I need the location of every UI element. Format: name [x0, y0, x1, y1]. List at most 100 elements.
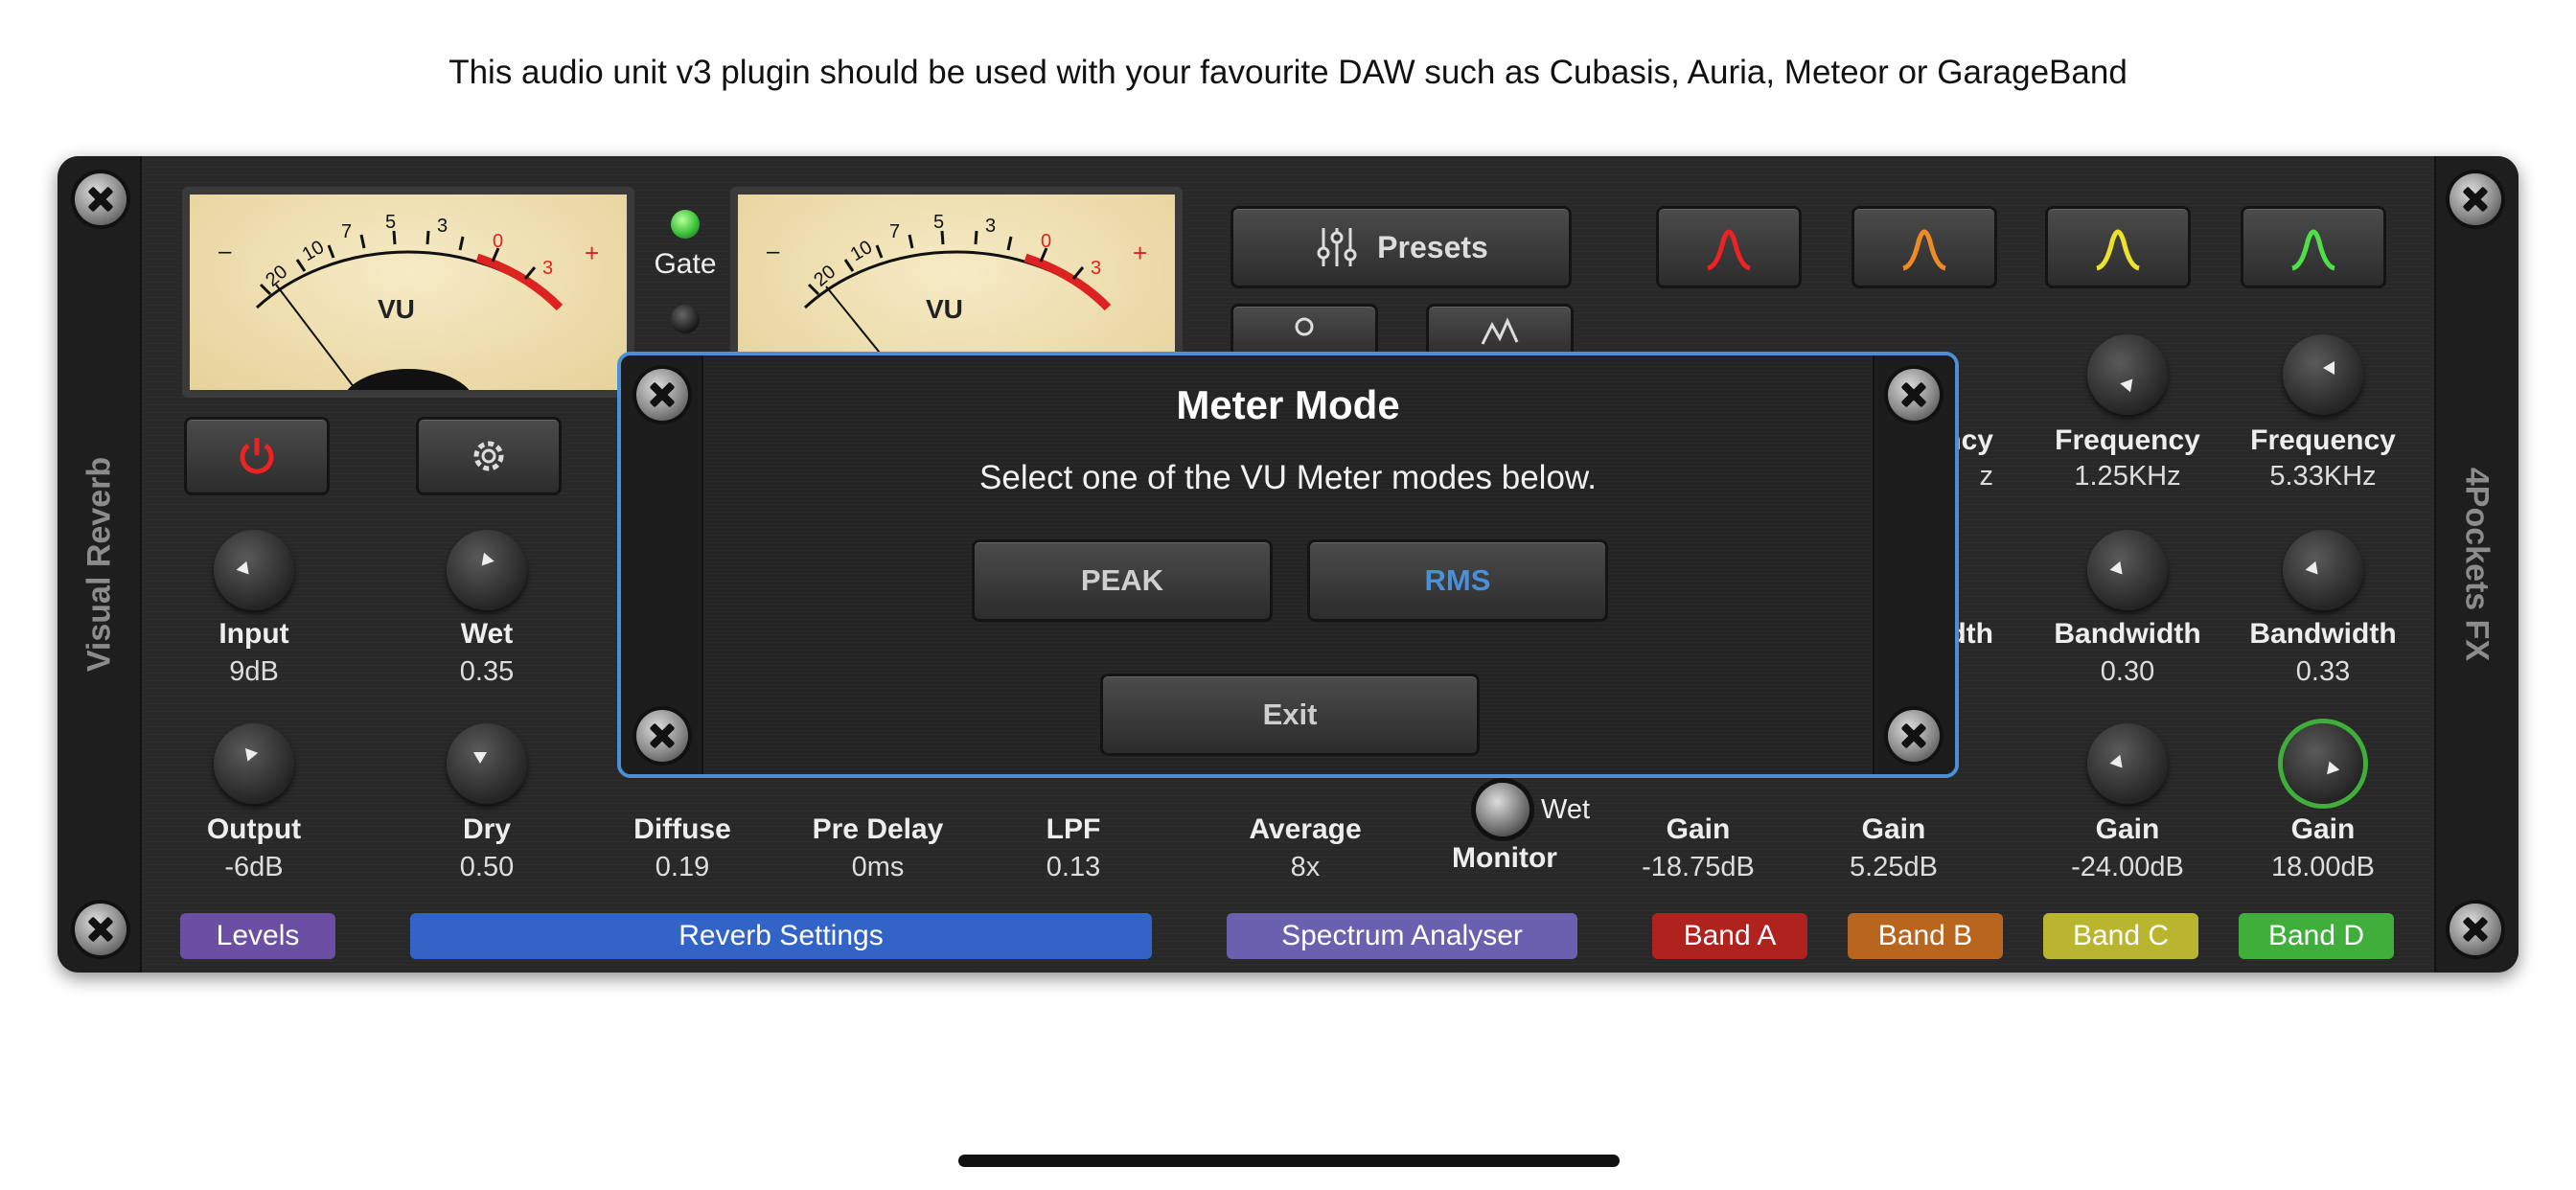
bandwidth-d-knob[interactable]: [2283, 530, 2363, 610]
vu-plus: +: [1133, 239, 1148, 267]
section-band-d: Band D: [2239, 913, 2394, 959]
section-band-c: Band C: [2043, 913, 2198, 959]
wet-knob[interactable]: [447, 530, 527, 610]
gain-a-label: Gain: [1666, 813, 1731, 845]
average-label: Average: [1249, 813, 1362, 845]
meter-mode-dialog: Meter Mode Select one of the VU Meter mo…: [617, 352, 1959, 778]
band-b-filter-button[interactable]: [1852, 206, 1997, 288]
gain-c-knob[interactable]: [2087, 723, 2168, 804]
pre-delay-value: 0ms: [851, 852, 905, 882]
vu-tick-label: 0: [1041, 231, 1052, 252]
gain-d-label: Gain: [2290, 813, 2356, 845]
monitor-switch[interactable]: [1476, 783, 1530, 836]
output-knob[interactable]: [214, 723, 294, 804]
frequency-d-value: 5.33KHz: [2269, 461, 2377, 492]
vendor-label: 4Pockets FX: [2458, 467, 2496, 662]
promo-caption: This audio unit v3 plugin should be used…: [448, 54, 2128, 91]
dry-label: Dry: [462, 813, 512, 845]
band-c-filter-button[interactable]: [2045, 206, 2191, 288]
vu-tick-label: 5: [933, 212, 945, 233]
bell-curve-icon: [2291, 229, 2335, 271]
frequency-c-knob[interactable]: [2087, 334, 2168, 415]
gain-c-label: Gain: [2095, 813, 2160, 845]
monitor-option-label: Wet: [1541, 794, 1591, 825]
vu-tick-label: 3: [985, 216, 997, 237]
vu-label: VU: [378, 294, 415, 324]
rms-button[interactable]: RMS: [1307, 539, 1608, 622]
screw-icon: [636, 710, 688, 762]
vu-label: VU: [926, 294, 963, 324]
vu-minus: –: [767, 239, 780, 264]
input-label: Input: [218, 618, 289, 650]
gain-c-value: -24.00dB: [2071, 852, 2184, 882]
screw-icon: [75, 173, 126, 225]
screw-icon: [2450, 904, 2501, 955]
vu-tick-label: 7: [889, 221, 901, 242]
bell-curve-icon: [1902, 229, 1946, 271]
peak-led: [671, 305, 700, 333]
bandwidth-d-value: 0.33: [2295, 656, 2351, 687]
pre-delay-label: Pre Delay: [812, 813, 944, 845]
band-d-filter-button[interactable]: [2241, 206, 2386, 288]
section-spectrum-analyser: Spectrum Analyser: [1227, 913, 1577, 959]
monitor-label: Monitor: [1452, 842, 1557, 874]
presets-button[interactable]: Presets: [1230, 206, 1572, 288]
frequency-c-value: 1.25KHz: [2074, 461, 2181, 492]
home-indicator[interactable]: [958, 1155, 1620, 1167]
vu-tick-label: 3: [1091, 258, 1102, 279]
dry-knob[interactable]: [447, 723, 527, 804]
wet-value: 0.35: [459, 656, 515, 687]
bell-curve-icon: [2096, 229, 2140, 271]
gear-icon: [473, 441, 504, 471]
gate-label: Gate: [654, 248, 717, 280]
gain-a-value: -18.75dB: [1642, 852, 1755, 882]
gain-b-label: Gain: [1861, 813, 1926, 845]
vu-minus: –: [218, 239, 232, 264]
screen: This audio unit v3 plugin should be used…: [0, 0, 2576, 1190]
diffuse-label: Diffuse: [633, 813, 731, 845]
vu-tick-label: 7: [341, 221, 353, 242]
section-levels: Levels: [180, 913, 335, 959]
wet-label: Wet: [460, 618, 514, 650]
screw-icon: [75, 904, 126, 955]
section-band-a: Band A: [1652, 913, 1807, 959]
section-reverb-settings: Reverb Settings: [410, 913, 1152, 959]
vu-tick-label: 3: [437, 216, 448, 237]
gain-d-knob[interactable]: [2283, 723, 2363, 804]
average-value: 8x: [1290, 852, 1321, 882]
bandwidth-d-label: Bandwidth: [2249, 618, 2397, 650]
user-icon: [1295, 317, 1314, 336]
input-knob[interactable]: [214, 530, 294, 610]
waveform-icon: [1481, 317, 1519, 345]
bandwidth-c-label: Bandwidth: [2054, 618, 2201, 650]
sliders-icon: [1317, 228, 1357, 266]
output-label: Output: [206, 813, 302, 845]
bell-curve-icon: [1707, 229, 1751, 271]
frequency-d-knob[interactable]: [2283, 334, 2363, 415]
lpf-label: LPF: [1046, 813, 1101, 845]
gain-b-value: 5.25dB: [1850, 852, 1938, 882]
bandwidth-c-knob[interactable]: [2087, 530, 2168, 610]
dialog-title: Meter Mode: [1176, 382, 1400, 427]
dry-value: 0.50: [459, 852, 515, 882]
section-band-b: Band B: [1848, 913, 2003, 959]
presets-label: Presets: [1377, 229, 1488, 264]
gate-led: [671, 210, 700, 239]
vu-tick-label: 5: [385, 212, 397, 233]
vu-tick-label: 0: [493, 231, 504, 252]
plugin-name-label: Visual Reverb: [80, 456, 118, 673]
band-a-filter-button[interactable]: [1656, 206, 1802, 288]
power-button[interactable]: [184, 417, 330, 495]
frequency-d-label: Frequency: [2250, 424, 2396, 456]
output-value: -6dB: [224, 852, 284, 882]
gain-d-value: 18.00dB: [2270, 852, 2376, 882]
diffuse-value: 0.19: [655, 852, 710, 882]
bandwidth-c-value: 0.30: [2100, 656, 2155, 687]
screw-icon: [1888, 710, 1940, 762]
settings-button[interactable]: [416, 417, 562, 495]
lpf-value: 0.13: [1046, 852, 1101, 882]
exit-button[interactable]: Exit: [1100, 674, 1480, 756]
peak-button[interactable]: PEAK: [972, 539, 1273, 622]
vu-tick-label: 3: [542, 258, 554, 279]
vu-meter-left[interactable]: – 20 10 7 5 3 0 3 + VU: [182, 187, 634, 398]
